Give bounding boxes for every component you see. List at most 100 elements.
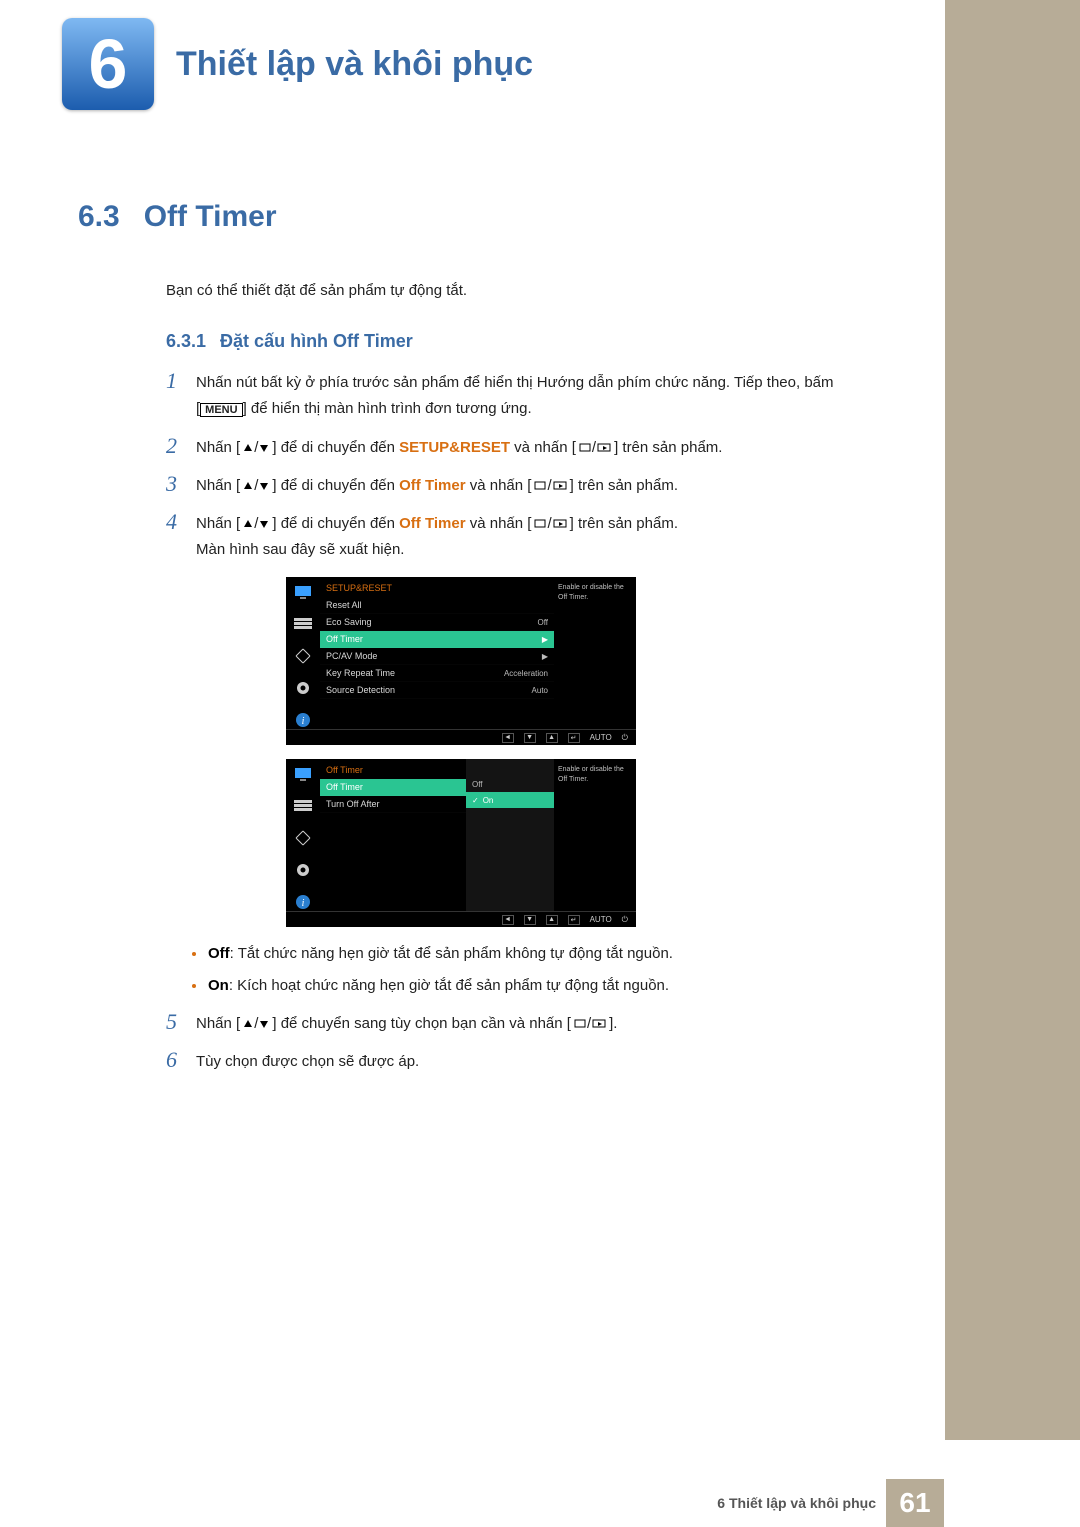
resize-icon — [293, 829, 313, 847]
osd-row-pcav-mode: PC/AV Mode▶ — [320, 648, 554, 665]
auto-label: AUTO — [590, 915, 612, 924]
up-arrow-icon: ▲ — [546, 733, 558, 743]
resize-icon — [293, 647, 313, 665]
down-arrow-icon: ▼ — [524, 733, 536, 743]
step-number: 1 — [166, 370, 196, 392]
off-timer-label: Off Timer — [399, 515, 465, 532]
osd-sidebar-icons: i — [286, 577, 320, 729]
list-icon — [293, 797, 313, 815]
enter-source-icon: / — [573, 1011, 607, 1037]
osd-description: Enable or disable the Off Timer. — [554, 577, 636, 729]
left-arrow-icon: ◄ — [502, 733, 514, 743]
subsection-heading: 6.3.1 Đặt cấu hình Off Timer — [78, 331, 844, 352]
step-2: 2 Nhấn [/] để di chuyển đến SETUP&RESET … — [166, 435, 844, 461]
setup-reset-label: SETUP&RESET — [399, 439, 510, 456]
step-4: 4 Nhấn [/] để di chuyển đến Off Timer và… — [166, 511, 844, 563]
step-4-after: Màn hình sau đây sẽ xuất hiện. — [196, 541, 404, 558]
osd-nav-bar: ◄ ▼ ▲ ↵ AUTO ⏻ — [286, 729, 636, 745]
chapter-title: Thiết lập và khôi phục — [176, 45, 533, 84]
osd-setup-reset: i SETUP&RESET Reset All Eco SavingOff Of… — [286, 577, 636, 745]
enter-source-icon: / — [533, 511, 567, 537]
osd-row-off-timer: Off Timer — [320, 779, 466, 796]
osd-title: SETUP&RESET — [320, 577, 554, 597]
chevron-right-icon: ▶ — [542, 635, 548, 644]
steps-list: 1 Nhấn nút bất kỳ ở phía trước sản phẩm … — [78, 370, 844, 563]
page-content: 6 Thiết lập và khôi phục 6.3 Off Timer Bạ… — [0, 0, 944, 1527]
gear-icon — [293, 861, 313, 879]
steps-list-cont: 5 Nhấn [/] để chuyển sang tùy chọn bạn c… — [78, 1011, 844, 1075]
subsection-number: 6.3.1 — [166, 331, 206, 351]
page-footer: 6 Thiết lập và khôi phục 61 — [0, 1479, 944, 1527]
osd-sub-off: Off — [466, 776, 554, 792]
info-icon: i — [293, 711, 313, 729]
page-number: 61 — [886, 1479, 944, 1527]
osd-row-source-detect: Source DetectionAuto — [320, 682, 554, 699]
osd-nav-bar: ◄ ▼ ▲ ↵ AUTO ⏻ — [286, 911, 636, 927]
screen-icon — [293, 583, 313, 601]
osd-description: Enable or disable the Off Timer. — [554, 759, 636, 911]
osd-row-key-repeat: Key Repeat TimeAcceleration — [320, 665, 554, 682]
down-arrow-icon: ▼ — [524, 915, 536, 925]
step-text: Nhấn [/] để di chuyển đến Off Timer và n… — [196, 511, 678, 563]
step-6: 6 Tùy chọn được chọn sẽ được áp. — [166, 1049, 844, 1075]
osd-row-off-timer: Off Timer▶ — [320, 631, 554, 648]
option-bullets: Off: Tắt chức năng hẹn giờ tắt để sản ph… — [78, 941, 844, 999]
bullet-on: On: Kích hoạt chức năng hẹn giờ tắt để s… — [208, 973, 844, 999]
list-icon — [293, 615, 313, 633]
chevron-right-icon: ▶ — [542, 652, 548, 661]
svg-text:i: i — [302, 716, 305, 727]
footer-chapter-label: 6 Thiết lập và khôi phục — [717, 1495, 876, 1511]
osd-sidebar-icons: i — [286, 759, 320, 911]
side-band — [945, 0, 1080, 1440]
check-icon: ✓ — [472, 796, 479, 805]
section-heading: 6.3 Off Timer — [78, 200, 844, 234]
info-icon: i — [293, 893, 313, 911]
up-down-icon: / — [242, 511, 270, 537]
enter-icon: ↵ — [568, 915, 580, 925]
svg-text:i: i — [302, 898, 305, 909]
chapter-header: 6 Thiết lập và khôi phục — [0, 0, 944, 110]
bullet-off: Off: Tắt chức năng hẹn giờ tắt để sản ph… — [208, 941, 844, 967]
osd-menu: SETUP&RESET Reset All Eco SavingOff Off … — [320, 577, 554, 729]
power-icon: ⏻ — [622, 733, 628, 743]
enter-source-icon: / — [578, 435, 612, 461]
left-arrow-icon: ◄ — [502, 915, 514, 925]
osd-row-turn-off-after: Turn Off After — [320, 796, 466, 813]
step-3: 3 Nhấn [/] để di chuyển đến Off Timer và… — [166, 473, 844, 499]
up-arrow-icon: ▲ — [546, 915, 558, 925]
step-number: 4 — [166, 511, 196, 533]
enter-source-icon: / — [533, 473, 567, 499]
subsection-title: Đặt cấu hình Off Timer — [220, 331, 413, 351]
step-number: 3 — [166, 473, 196, 495]
section-number: 6.3 — [78, 200, 120, 233]
menu-key-icon: MENU — [200, 403, 242, 417]
auto-label: AUTO — [590, 733, 612, 742]
step-number: 5 — [166, 1011, 196, 1033]
chapter-number-badge: 6 — [62, 18, 154, 110]
step-5: 5 Nhấn [/] để chuyển sang tùy chọn bạn c… — [166, 1011, 844, 1037]
screen-icon — [293, 765, 313, 783]
enter-icon: ↵ — [568, 733, 580, 743]
step-text: Nhấn [/] để di chuyển đến Off Timer và n… — [196, 473, 678, 499]
step-text: Nhấn [/] để chuyển sang tùy chọn bạn cần… — [196, 1011, 617, 1037]
osd-submenu: Off ✓On — [466, 759, 554, 911]
osd-sub-on: ✓On — [466, 792, 554, 808]
up-down-icon: / — [242, 473, 270, 499]
step-number: 2 — [166, 435, 196, 457]
osd-off-timer: i Off Timer Off Timer Turn Off After Off… — [286, 759, 636, 927]
step-text: Tùy chọn được chọn sẽ được áp. — [196, 1049, 419, 1075]
osd-menu: Off Timer Off Timer Turn Off After Off ✓… — [320, 759, 554, 911]
gear-icon — [293, 679, 313, 697]
step-text: Nhấn nút bất kỳ ở phía trước sản phẩm để… — [196, 370, 844, 423]
osd-row-reset-all: Reset All — [320, 597, 554, 614]
up-down-icon: / — [242, 435, 270, 461]
power-icon: ⏻ — [622, 915, 628, 925]
step-1: 1 Nhấn nút bất kỳ ở phía trước sản phẩm … — [166, 370, 844, 423]
osd-title: Off Timer — [320, 759, 466, 779]
section-title: Off Timer — [144, 200, 277, 233]
step-number: 6 — [166, 1049, 196, 1071]
up-down-icon: / — [242, 1011, 270, 1037]
step-text: Nhấn [/] để di chuyển đến SETUP&RESET và… — [196, 435, 722, 461]
section-lead: Bạn có thể thiết đặt để sản phẩm tự động… — [78, 282, 844, 299]
osd-row-eco-saving: Eco SavingOff — [320, 614, 554, 631]
